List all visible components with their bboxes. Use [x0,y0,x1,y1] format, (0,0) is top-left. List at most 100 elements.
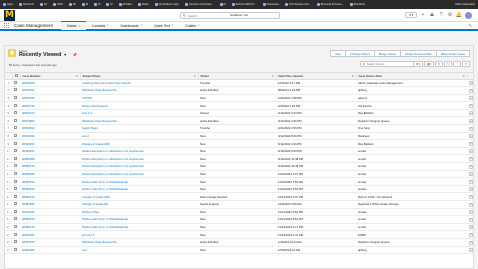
bookmark-item[interactable]: SF [37,3,50,6]
row-checkbox-cell[interactable] [12,185,20,194]
case-number-link[interactable]: 00580288 [22,172,34,176]
change-owner-button[interactable]: Change Owner [345,50,375,57]
table-row[interactable]: 12 00580279 Petition Exception or substitu… [5,162,473,171]
subject-link[interactable]: Withdraw Class Request Re [82,88,117,92]
subject-link[interactable]: test cert 5 [82,233,94,237]
subject-link[interactable]: Withdraw Class Request Re [82,119,117,123]
case-number-link[interactable]: 00510446 [22,210,34,214]
case-number-cell[interactable]: 00502740 [20,101,80,110]
mass-close-cases-button[interactable]: Mass Close Cases [435,50,470,57]
bookmark-item[interactable]: Prod Fitness Auti... [282,3,314,6]
bookmark-item[interactable]: Classroom [260,3,282,6]
case-number-link[interactable]: 00543492 [22,126,34,130]
case-number-cell[interactable]: 00502382 [20,246,80,255]
subject-cell[interactable]: Petition Add, Drop, or Withdrawal late [80,215,198,224]
row-actions-chevron-icon[interactable]: ▾ [469,240,473,245]
subject-link[interactable]: Test 1.2 [82,111,92,115]
subject-link[interactable]: Petition Exception or substitution of a … [82,157,144,161]
table-row[interactable]: 11 00580288 Petition Exception or substitu… [5,154,473,164]
subject-cell[interactable]: Withdraw Class Request Re [80,238,198,247]
case-number-cell[interactable]: 00502381 [20,230,80,239]
subject-cell[interactable]: test cert 5 [80,230,198,239]
subject-cell[interactable]: Test 1.2 [80,109,198,118]
table-row[interactable]: 13 00580288 Petition Exception or substitu… [5,170,473,179]
subject-cell[interactable]: Petition Exception or substitution of a … [80,170,198,179]
table-row[interactable]: 17 00581580 Change of Grade EH Needs Imagin… [5,200,473,209]
row-checkbox[interactable] [14,111,17,115]
row-actions-chevron-icon[interactable]: ▾ [469,217,473,222]
notifications-bell-icon[interactable]: 🔔 [456,12,462,18]
nav-tab-contacts[interactable]: Contacts ▾ [86,21,115,30]
case-number-link[interactable]: 00502908 [22,81,34,85]
row-checkbox[interactable] [14,225,17,229]
table-row[interactable]: 7 00543492 Switch Major Transfer 2/24/2022 2… [5,124,473,133]
row-checkbox-cell[interactable] [12,79,20,88]
row-checkbox[interactable] [14,171,17,175]
row-actions-chevron-icon[interactable]: ▾ [469,141,473,146]
subject-link[interactable]: Change of Grade EH [82,202,108,206]
row-checkbox-cell[interactable] [12,230,20,239]
global-search[interactable] [180,12,280,19]
subject-link[interactable]: Petition Add, Drop, or Withdrawal late [82,225,128,229]
row-checkbox[interactable] [14,80,17,84]
case-number-link[interactable]: 00502740 [22,104,34,108]
bookmark-item[interactable]: Apps [0,3,16,6]
bookmark-item[interactable]: M [79,3,91,6]
app-launcher-icon[interactable] [4,22,10,29]
row-actions-cell[interactable]: ▾ [467,230,473,239]
row-checkbox[interactable] [14,232,17,236]
row-actions-cell[interactable]: ▾ [467,124,473,133]
subject-link[interactable]: test [82,248,87,252]
row-checkbox[interactable] [14,202,17,206]
row-checkbox-cell[interactable] [12,162,20,171]
table-row[interactable]: 2 00502901 Withdraw Class Request Re active… [5,86,473,95]
bookmark-item[interactable]: FMS [50,3,65,6]
table-row[interactable]: 5 00502272 Test 1.2 Closed 2/14/2022 2:23 PM… [5,109,473,118]
subject-link[interactable]: Withdraw Class Request Re [82,240,117,244]
row-checkbox-cell[interactable] [12,200,20,209]
help-icon[interactable]: ? [438,12,444,18]
case-number-cell[interactable]: 00580279 [20,162,80,171]
case-number-cell[interactable]: 00502394 [20,132,80,141]
row-checkbox[interactable] [14,149,17,153]
table-row[interactable]: 23 00502382 test New 1/5/2023 8:41 AM ghberg ▾ [5,246,473,255]
filter-icon[interactable]: ⏷ [462,61,470,67]
row-checkbox-cell[interactable] [12,124,20,133]
row-actions-cell[interactable]: ▾ [467,200,473,209]
case-number-cell[interactable]: 00580335 [20,215,80,224]
subject-link[interactable]: Driving Test Request [82,104,108,108]
row-actions-cell[interactable]: ▾ [467,132,473,141]
case-number-cell[interactable]: 00502908 [20,79,80,88]
subject-cell[interactable]: Driving Test Request [80,101,198,110]
subject-link[interactable]: Petition Exception or substitution of a … [82,149,144,153]
row-checkbox-cell[interactable] [12,208,20,217]
subject-link[interactable]: Change of Grade (EB) [82,142,110,146]
row-actions-cell[interactable]: ▾ [467,223,473,232]
subject-cell[interactable]: Coaching Recommended: Peer Faculty [80,79,198,88]
row-actions-chevron-icon[interactable]: ▾ [469,172,473,177]
subject-link[interactable]: Coaching Recommended: Peer Faculty [82,81,131,85]
other-bookmarks[interactable]: Other bookmarks [452,3,478,6]
row-actions-chevron-icon[interactable]: ▾ [469,111,473,116]
row-checkbox[interactable] [14,126,17,130]
row-actions-cell[interactable]: ▾ [467,147,473,156]
row-checkbox[interactable] [14,88,17,92]
subject-cell[interactable]: test [80,246,198,255]
chevron-down-icon[interactable]: ▾ [78,25,79,28]
table-row[interactable]: 18 00510446 Petition Other New 12/11/2022 6:… [5,208,473,217]
table-row[interactable]: 9 00502393 Change of Grade (EB) New 6/14/202… [5,139,473,148]
row-checkbox-cell[interactable] [12,238,20,247]
case-number-cell[interactable]: 00502901 [20,86,80,95]
subject-link[interactable]: T0070S [82,96,92,100]
row-actions-cell[interactable]: ▾ [467,177,473,186]
charts-icon[interactable]: ◔ [453,61,461,67]
case-number-link[interactable]: 00581580 [22,202,34,206]
table-row[interactable]: 10 00580201 Petition Exception or substitu… [5,147,473,156]
row-actions-chevron-icon[interactable]: ▾ [469,210,473,215]
bookmark-item[interactable]: Submit CRM Tic... [229,3,260,6]
subject-cell[interactable]: Switch Major [80,124,198,133]
case-number-cell[interactable]: 00502272 [20,109,80,118]
row-checkbox-cell[interactable] [12,116,20,126]
case-number-link[interactable]: 00502382 [22,248,34,252]
subject-cell[interactable]: Petition Exception or substitution of a … [80,154,198,164]
